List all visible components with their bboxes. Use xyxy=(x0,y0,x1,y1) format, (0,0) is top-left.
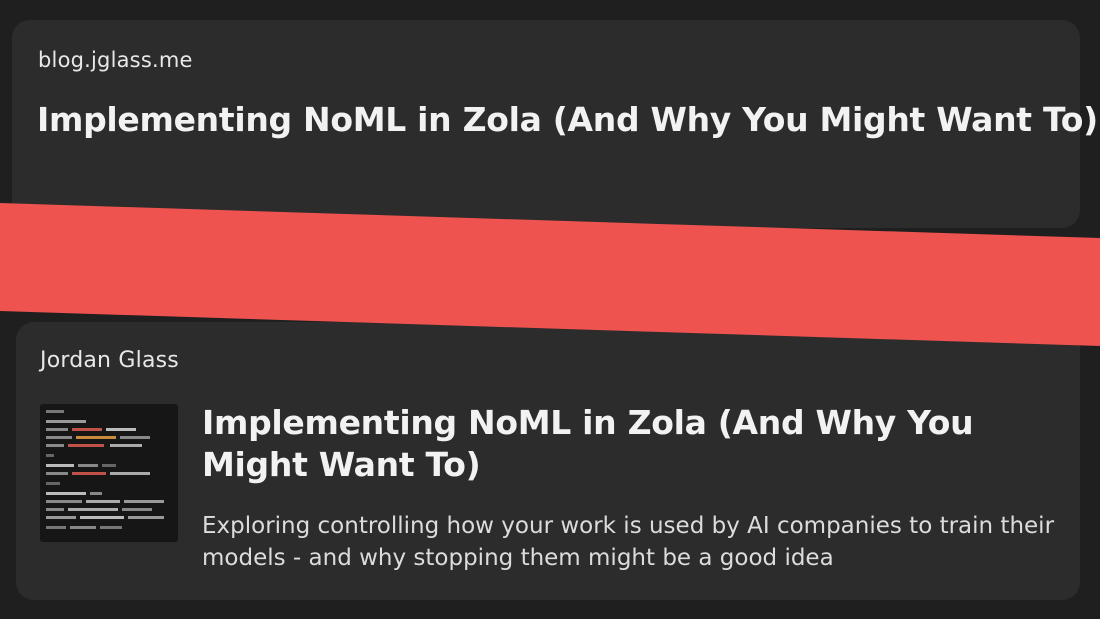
preview-description: Exploring controlling how your work is u… xyxy=(202,513,1055,571)
preview-title[interactable]: Implementing NoML in Zola (And Why You M… xyxy=(37,100,1098,139)
preview-title[interactable]: Implementing NoML in Zola (And Why You M… xyxy=(202,402,1042,486)
link-preview-card-top[interactable]: blog.jglass.me Implementing NoML in Zola… xyxy=(12,20,1098,228)
code-screenshot-thumbnail xyxy=(40,404,178,542)
site-domain: blog.jglass.me xyxy=(38,48,193,72)
link-preview-card-bottom[interactable]: Jordan Glass Implementing NoML in Zola (… xyxy=(16,322,1080,600)
author-name: Jordan Glass xyxy=(40,348,179,373)
